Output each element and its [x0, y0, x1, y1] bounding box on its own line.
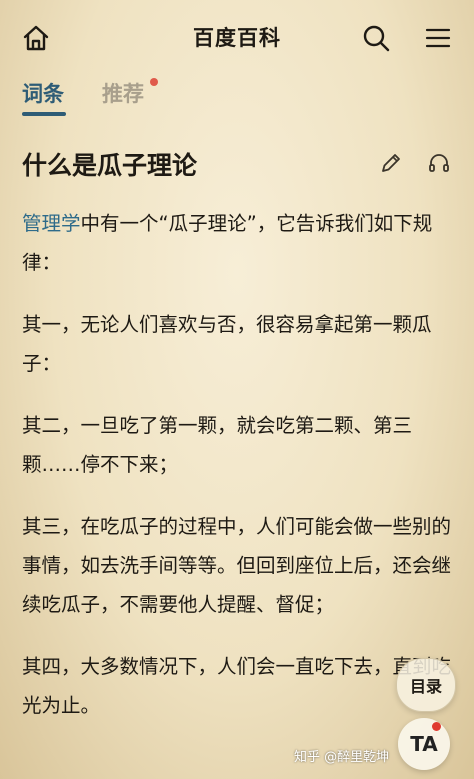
- tab-entry[interactable]: 词条: [22, 78, 64, 108]
- top-bar: 百度百科: [0, 0, 474, 72]
- toc-button[interactable]: 目录: [396, 658, 456, 712]
- article-body: 管理学中有一个“瓜子理论”，它告诉我们如下规律： 其一，无论人们喜欢与否，很容易…: [22, 204, 454, 748]
- pencil-icon[interactable]: [378, 150, 404, 176]
- intro-text: 中有一个“瓜子理论”，它告诉我们如下规律：: [22, 212, 433, 274]
- menu-icon[interactable]: [420, 20, 456, 56]
- paragraph-2: 其二，一旦吃了第一颗，就会吃第二颗、第三颗……停不下来；: [22, 414, 413, 476]
- ta-notification-dot: [432, 722, 441, 731]
- headphones-icon[interactable]: [426, 150, 452, 176]
- tab-bar: 词条 推荐: [0, 72, 474, 116]
- tab-recommend[interactable]: 推荐: [102, 78, 144, 108]
- paragraph-3: 其三，在吃瓜子的过程中，人们可能会做一些别的事情，如去洗手间等等。但回到座位上后…: [22, 515, 452, 616]
- entry-header: 什么是瓜子理论: [0, 140, 474, 184]
- paragraph-4: 其四，大多数情况下，人们会一直吃下去，直到吃光为止。: [22, 655, 452, 717]
- notification-dot: [150, 78, 158, 86]
- paragraph-1: 其一，无论人们喜欢与否，很容易拿起第一颗瓜子：: [22, 313, 432, 375]
- ta-button[interactable]: TA: [398, 718, 450, 770]
- active-tab-indicator: [22, 112, 66, 116]
- watermark: 知乎 @醉里乾坤: [294, 750, 390, 765]
- article-intro: 管理学中有一个“瓜子理论”，它告诉我们如下规律：: [22, 204, 454, 282]
- app-title: 百度百科: [193, 26, 281, 50]
- entry-title: 什么是瓜子理论: [22, 151, 198, 180]
- link-management[interactable]: 管理学: [22, 212, 81, 235]
- search-icon[interactable]: [358, 20, 394, 56]
